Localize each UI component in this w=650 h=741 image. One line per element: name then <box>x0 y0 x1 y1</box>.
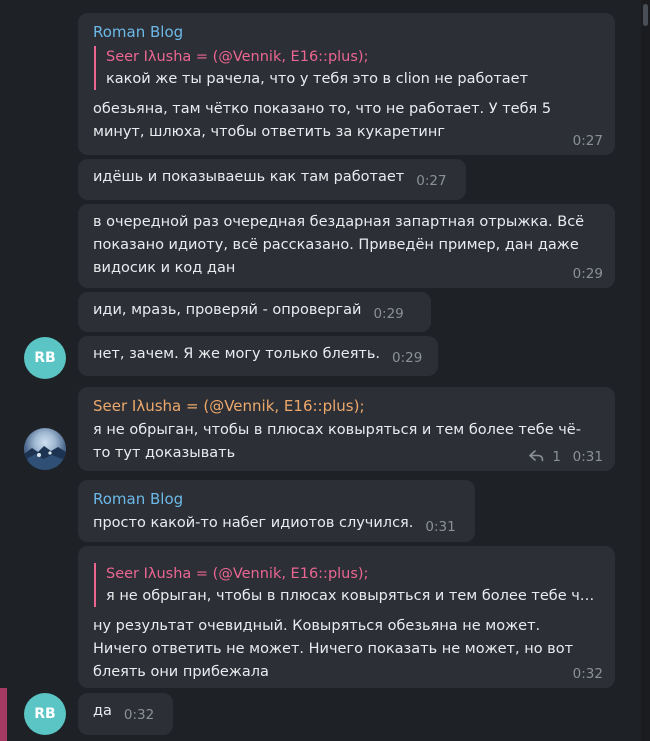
message-bubble[interactable]: Roman Blog Seer Iλusha = (@Vennik, E16::… <box>78 13 615 155</box>
message-time: 0:29 <box>373 306 404 322</box>
reply-quote[interactable]: Seer Iλusha = (@Vennik, E16::plus); я не… <box>94 563 602 607</box>
message-time: 0:31 <box>572 449 603 465</box>
message-bubble[interactable]: в очередной раз очередная бездарная запа… <box>78 204 615 288</box>
message-text: я не обрыган, чтобы в плюсах ковыряться … <box>93 422 581 438</box>
message-bubble[interactable]: Seer Iλusha = (@Vennik, E16::plus); я не… <box>78 387 615 471</box>
reply-arrow-icon <box>529 450 544 462</box>
message-time: 0:32 <box>123 707 155 723</box>
message-bubble[interactable]: Roman Blog просто какой-то набег идиотов… <box>78 480 475 542</box>
reply-count-value: 1 <box>552 449 561 465</box>
message-text: минут, шлюха, чтобы ответить за кукарети… <box>93 124 445 140</box>
sender-name[interactable]: Roman Blog <box>93 20 602 44</box>
chat-history[interactable]: Roman Blog Seer Iλusha = (@Vennik, E16::… <box>0 0 640 741</box>
reply-quote[interactable]: Seer Iλusha = (@Vennik, E16::plus); како… <box>94 46 602 90</box>
sender-name[interactable]: Seer Iλusha = (@Vennik, E16::plus); <box>93 394 602 418</box>
avatar[interactable]: RB <box>24 693 66 735</box>
message-text: блеять они прибежала <box>93 664 269 680</box>
message-bubble[interactable]: иди, мразь, проверяй - опровергай 0:29 <box>78 292 431 332</box>
sender-name[interactable]: Roman Blog <box>93 487 462 511</box>
avatar[interactable]: RB <box>24 337 66 379</box>
message-text: обезьяна, там чётко показано то, что не … <box>93 101 552 117</box>
message-text: да <box>93 703 112 719</box>
message-bubble[interactable]: идёшь и показываешь как там работает 0:27 <box>78 159 466 200</box>
reply-author: Seer Iλusha = (@Vennik, E16::plus); <box>106 566 369 582</box>
message-text: Ничего ответить не может. Ничего показат… <box>93 641 574 657</box>
reply-text: я не обрыган, чтобы в плюсах ковыряться … <box>106 588 602 604</box>
message-time: 0:31 <box>425 519 456 535</box>
message-text: идёшь и показываешь как там работает <box>93 169 405 185</box>
left-accent-bar <box>0 688 7 741</box>
message-text: видосик и код дан <box>93 260 236 276</box>
message-time: 0:29 <box>572 266 603 282</box>
message-time: 0:27 <box>572 133 603 149</box>
message-text: просто какой-то набег идиотов случился. <box>93 515 414 531</box>
avatar[interactable] <box>24 428 66 470</box>
message-text: нет, зачем. Я же могу только блеять. <box>93 346 381 362</box>
reply-text: какой же ты рачела, что у тебя это в cli… <box>106 71 529 87</box>
message-bubble[interactable]: да 0:32 <box>78 693 173 735</box>
message-text: иди, мразь, проверяй - опровергай <box>93 302 362 318</box>
scrollbar-thumb[interactable] <box>643 4 648 26</box>
message-text: показано идиоту, всё рассказано. Приведё… <box>93 237 579 253</box>
message-time: 0:29 <box>392 350 423 366</box>
message-text: ну результат очевидный. Ковыряться обезь… <box>93 618 541 634</box>
message-bubble[interactable]: Seer Iλusha = (@Vennik, E16::plus); я не… <box>78 546 615 688</box>
reply-count[interactable]: 1 <box>529 449 561 465</box>
message-text: в очередной раз очередная бездарная запа… <box>93 214 585 230</box>
avatar-photo-icon <box>24 446 66 470</box>
message-text: то тут доказывать <box>93 445 236 461</box>
message-time: 0:32 <box>572 666 603 682</box>
message-time: 0:27 <box>416 173 447 189</box>
scrollbar[interactable] <box>641 0 650 741</box>
message-bubble[interactable]: нет, зачем. Я же могу только блеять. 0:29 <box>78 336 438 376</box>
reply-author: Seer Iλusha = (@Vennik, E16::plus); <box>106 49 369 65</box>
